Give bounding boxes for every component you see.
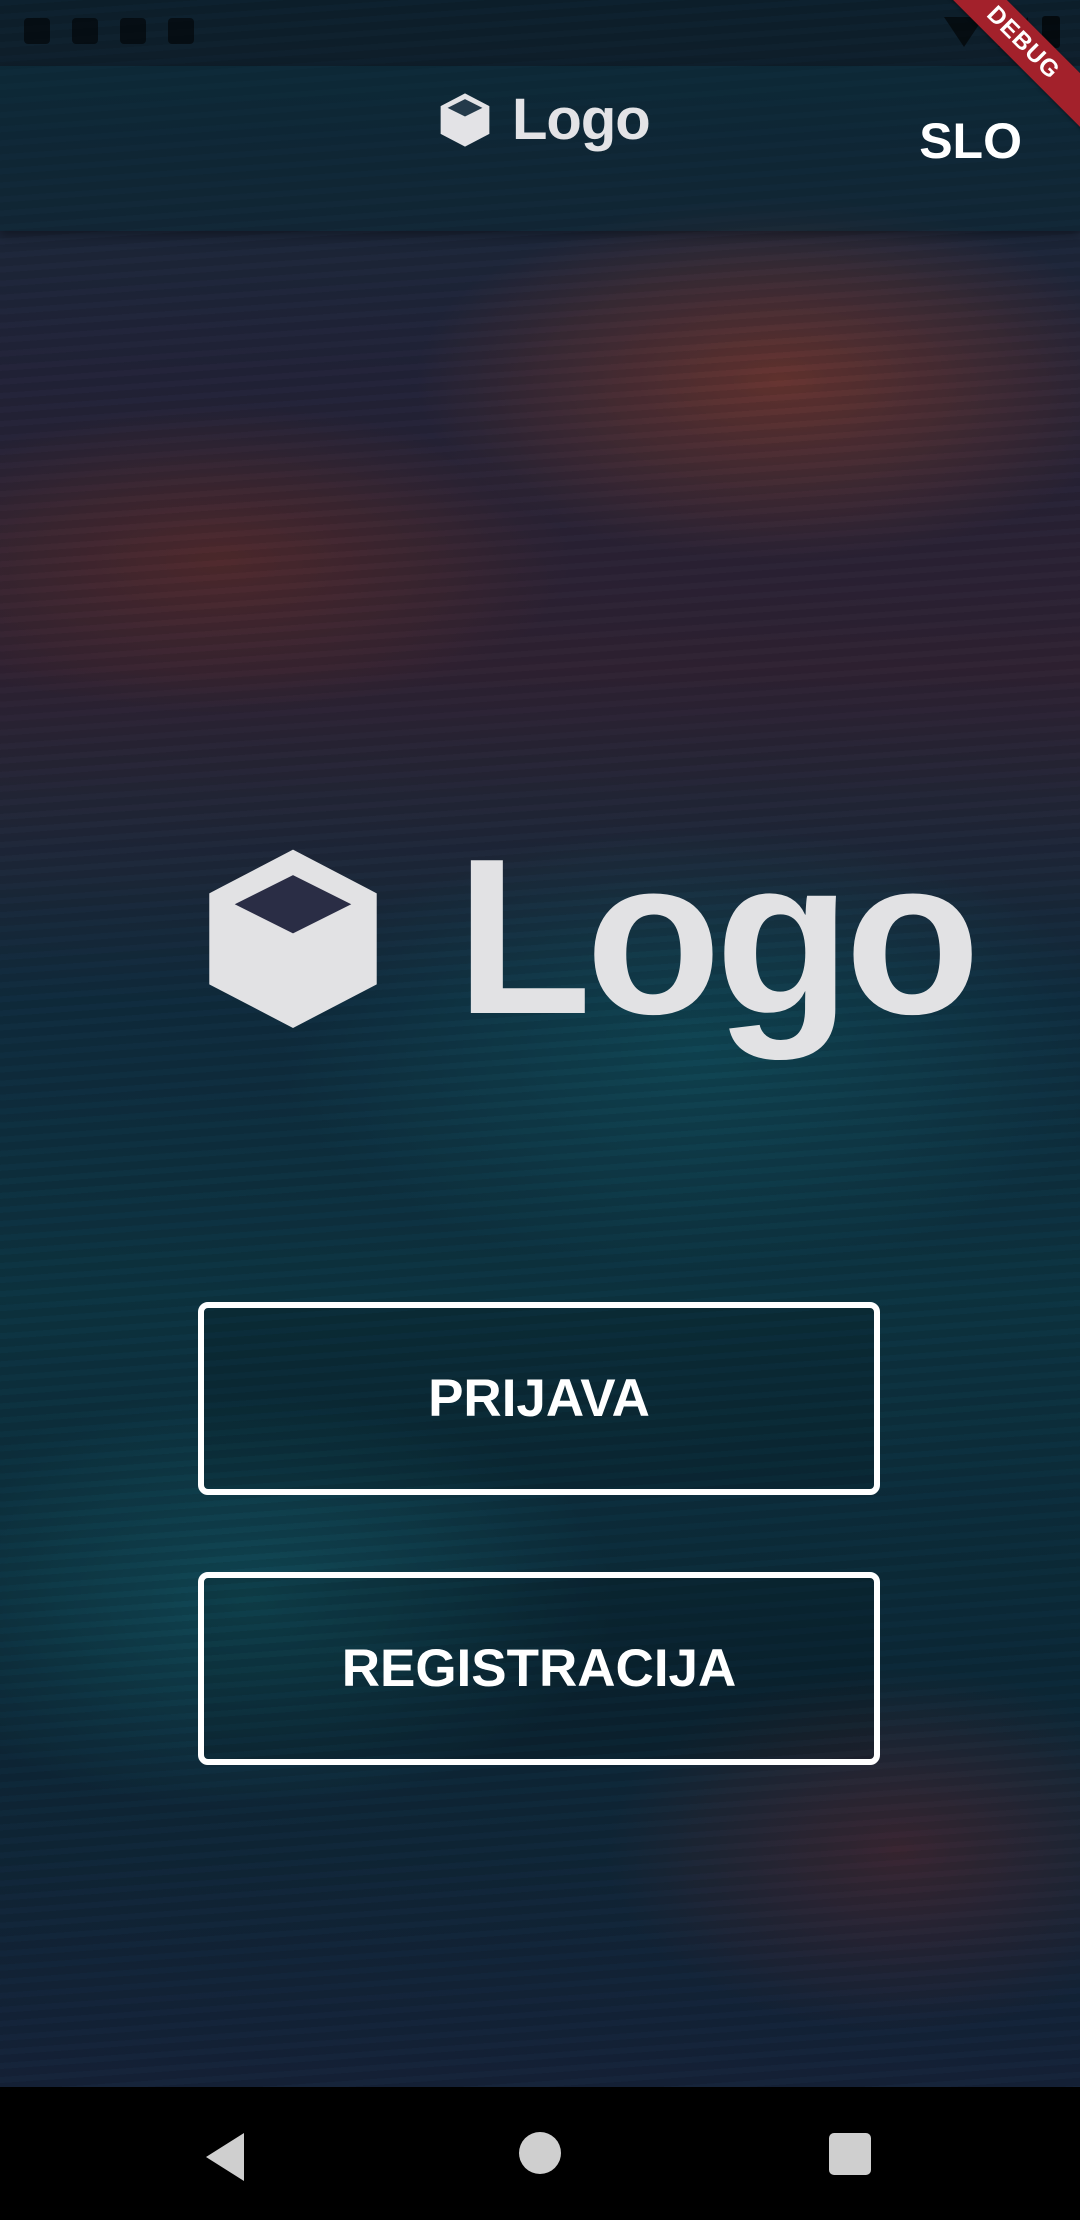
recent-apps-icon[interactable] bbox=[829, 2133, 871, 2175]
hero-logo-text: Logo bbox=[456, 813, 980, 1061]
home-icon[interactable] bbox=[519, 2132, 561, 2174]
notification-icon bbox=[120, 18, 146, 44]
back-icon[interactable] bbox=[206, 2133, 244, 2181]
system-navigation-bar bbox=[0, 2087, 1080, 2220]
app-bar-logo: Logo bbox=[436, 86, 651, 153]
status-bar bbox=[0, 0, 1080, 66]
register-button[interactable]: REGISTRACIJA bbox=[198, 1572, 880, 1765]
cube-icon bbox=[440, 92, 490, 147]
notification-icon bbox=[24, 18, 50, 44]
hero-logo: Logo bbox=[202, 813, 980, 1061]
login-button[interactable]: PRIJAVA bbox=[198, 1302, 880, 1495]
app-bar-logo-text: Logo bbox=[512, 87, 651, 152]
status-notifications bbox=[24, 18, 194, 44]
notification-icon bbox=[168, 18, 194, 44]
notification-icon bbox=[72, 18, 98, 44]
language-selector-button[interactable]: SLO bbox=[919, 112, 1022, 170]
cube-icon bbox=[209, 849, 377, 1028]
app-bar: Logo SLO bbox=[0, 66, 1080, 231]
